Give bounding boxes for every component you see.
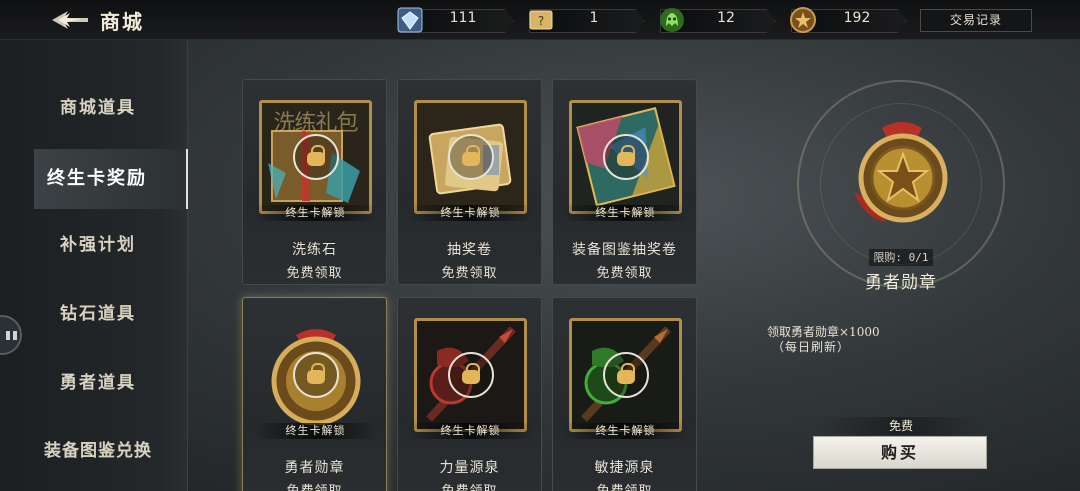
sidebar-item-equipment-exchange[interactable]: 装备图鉴兑换 xyxy=(10,421,186,481)
item-name: 抽奖卷 xyxy=(447,242,492,258)
sidebar-item-diamond-items[interactable]: 钻石道具 xyxy=(10,284,186,344)
detail-price: 免费 xyxy=(818,417,984,435)
shop-card-hero-medal[interactable]: 终生卡解锁 勇者勋章 免费领取 xyxy=(242,297,387,491)
unlock-condition: 终生卡解锁 xyxy=(563,423,688,439)
item-name: 洗练石 xyxy=(292,242,337,258)
sidebar-item-label: 商城道具 xyxy=(60,98,136,118)
back-arrow-icon[interactable] xyxy=(52,9,88,31)
sidebar-item-label: 钻石道具 xyxy=(60,304,136,324)
lock-icon xyxy=(448,352,494,398)
medal-coin-icon xyxy=(790,7,816,33)
purchase-limit: 限购: 0/1 xyxy=(869,249,933,266)
unlock-condition: 终生卡解锁 xyxy=(253,205,378,221)
item-thumbnail xyxy=(414,100,527,214)
unlock-condition: 终生卡解锁 xyxy=(408,423,533,439)
trade-record-button[interactable]: 交易记录 xyxy=(920,9,1032,32)
unlock-condition: 终生卡解锁 xyxy=(408,205,533,221)
item-price-label: 免费领取 xyxy=(553,480,696,491)
sidebar-item-label: 勇者道具 xyxy=(60,373,136,393)
diamond-value: 111 xyxy=(449,10,477,26)
shop-card-agility-source[interactable]: 终生卡解锁 敏捷源泉 免费领取 xyxy=(552,297,697,491)
item-name: 勇者勋章 xyxy=(284,460,345,476)
item-price-label: 免费领取 xyxy=(398,480,541,491)
lock-icon xyxy=(293,352,339,398)
shop-card-strength-source[interactable]: 终生卡解锁 力量源泉 免费领取 xyxy=(397,297,542,491)
top-bar: 商城 111 ? 1 12 192 交易记录 xyxy=(0,0,1080,40)
shop-card-lottery-ticket[interactable]: 终生卡解锁 抽奖卷 免费领取 xyxy=(397,79,542,285)
detail-refresh-note: （每日刷新） xyxy=(772,340,851,354)
item-price-label: 免费领取 xyxy=(286,266,343,281)
page-title: 商城 xyxy=(100,10,144,34)
sidebar-item-label: 补强计划 xyxy=(60,235,136,255)
lock-icon xyxy=(448,134,494,180)
shop-card-equipment-lottery[interactable]: 终生卡解锁 装备图鉴抽奖卷 免费领取 xyxy=(552,79,697,285)
sidebar-item-shop-items[interactable]: 商城道具 xyxy=(10,78,186,138)
medal-value: 192 xyxy=(843,10,871,26)
item-name: 力量源泉 xyxy=(439,460,500,476)
sidebar-item-label: 装备图鉴兑换 xyxy=(44,441,152,461)
detail-item-name: 勇者勋章 xyxy=(865,273,937,293)
item-thumbnail xyxy=(259,318,372,432)
item-thumbnail xyxy=(414,318,527,432)
lock-icon xyxy=(603,352,649,398)
item-name: 敏捷源泉 xyxy=(594,460,655,476)
category-sidebar: 商城道具 终生卡奖励 补强计划 钻石道具 勇者道具 装备图鉴兑换 xyxy=(0,40,188,491)
sidebar-item-lifetime-card-rewards[interactable]: 终生卡奖励 xyxy=(34,149,188,209)
item-thumbnail xyxy=(569,318,682,432)
sidebar-item-reinforcement-plan[interactable]: 补强计划 xyxy=(10,215,186,275)
unlock-condition: 终生卡解锁 xyxy=(253,423,378,439)
ticket-value: 1 xyxy=(589,10,599,26)
item-thumbnail: 洗练礼包 xyxy=(259,100,372,214)
ticket-icon: ? xyxy=(529,10,553,30)
item-name: 装备图鉴抽奖卷 xyxy=(572,242,677,258)
hero-medal-icon xyxy=(854,122,948,223)
item-price-label: 免费领取 xyxy=(243,480,386,491)
item-thumbnail xyxy=(569,100,682,214)
item-watermark: 洗练礼包 xyxy=(273,111,358,136)
lock-icon xyxy=(603,134,649,180)
spirit-value: 12 xyxy=(717,10,735,26)
svg-text:?: ? xyxy=(538,14,544,28)
unlock-condition: 终生卡解锁 xyxy=(563,205,688,221)
buy-button[interactable]: 购买 xyxy=(813,436,987,469)
sidebar-item-label: 终生卡奖励 xyxy=(47,168,147,189)
item-price-label: 免费领取 xyxy=(441,266,498,281)
shop-card-refine-stone[interactable]: 洗练礼包 终生卡解锁 洗练石 免费领取 xyxy=(242,79,387,285)
item-price-label: 免费领取 xyxy=(596,266,653,281)
green-spirit-icon xyxy=(660,8,684,32)
sidebar-item-hero-items[interactable]: 勇者道具 xyxy=(10,353,186,413)
lock-icon xyxy=(293,134,339,180)
diamond-icon xyxy=(397,7,423,33)
